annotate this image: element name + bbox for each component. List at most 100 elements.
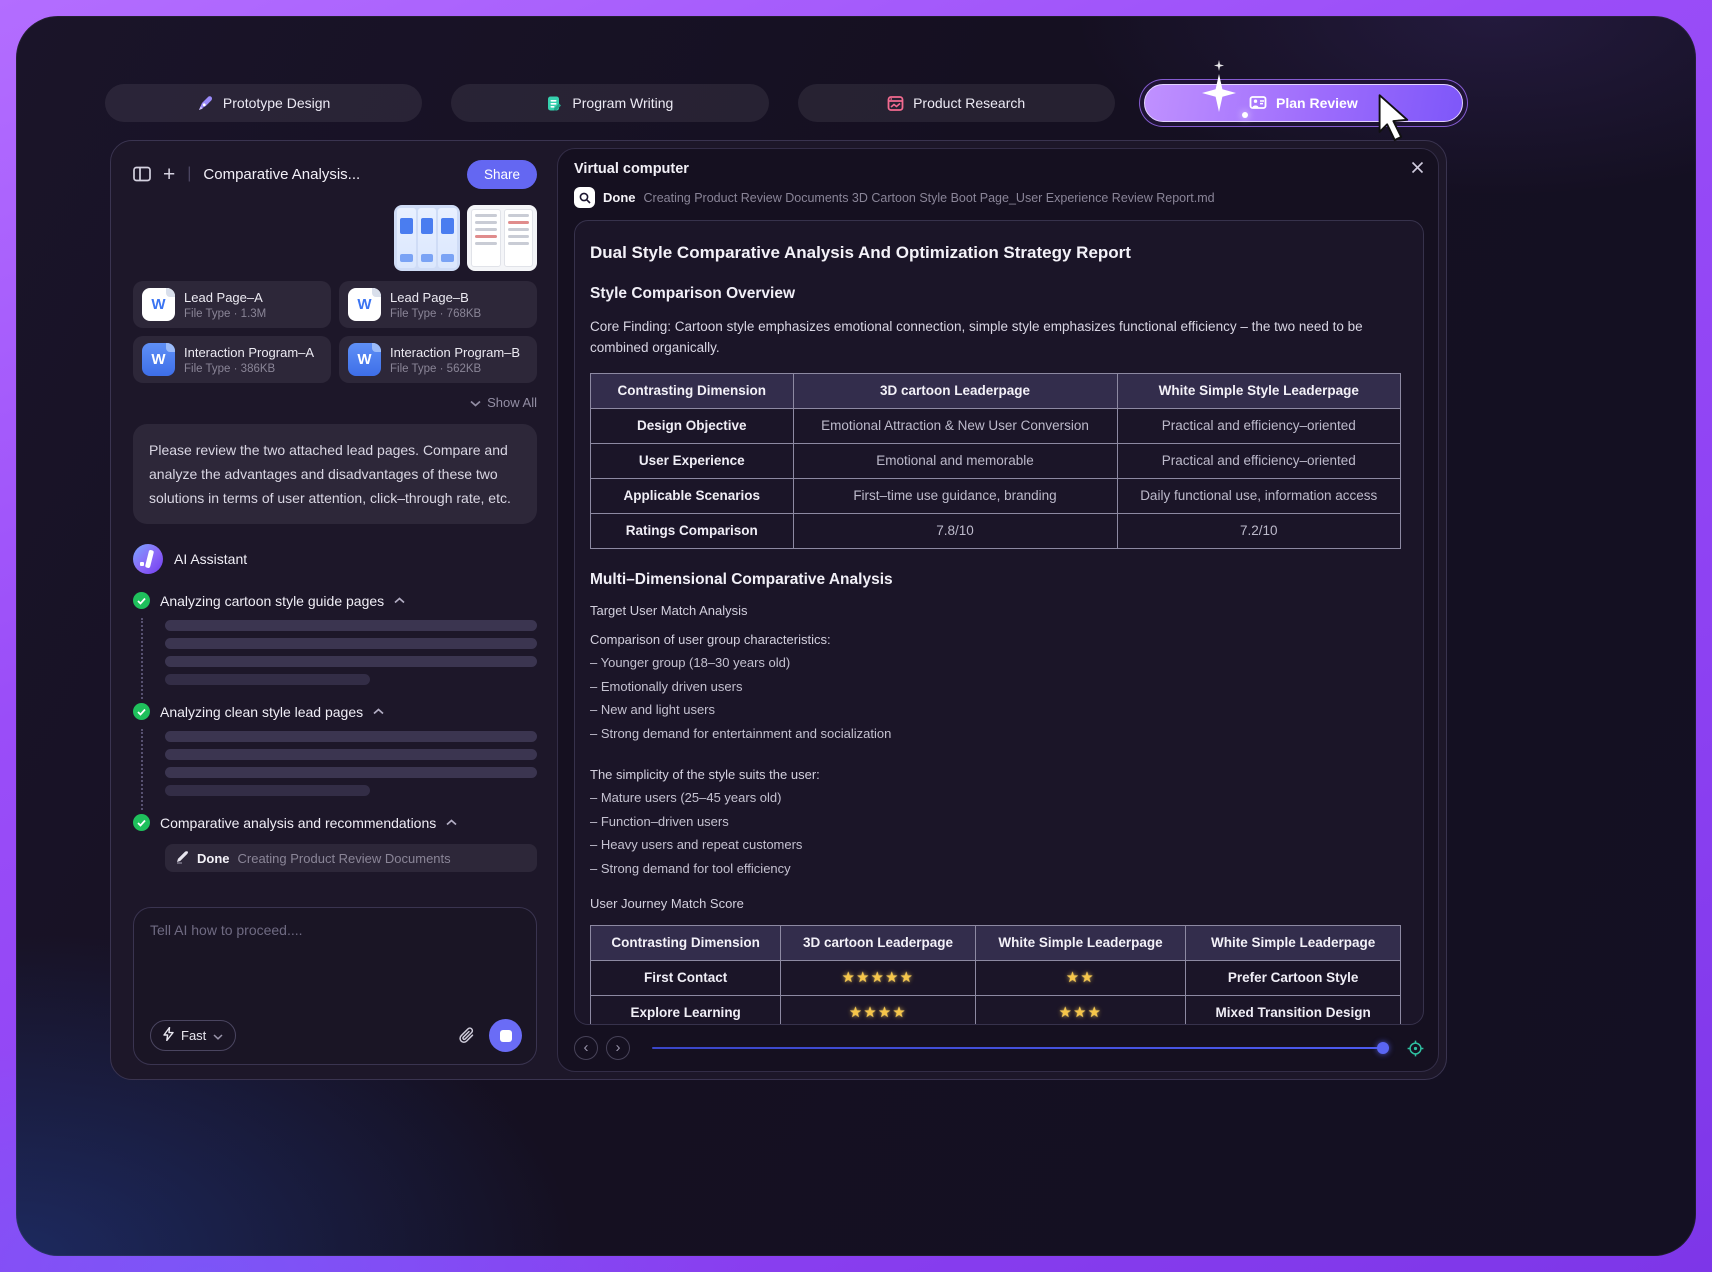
status-text: Creating Product Review Documents 3D Car… — [644, 191, 1215, 205]
file-card[interactable]: W Interaction Program–A File Type · 386K… — [133, 336, 331, 383]
section-heading: Multi–Dimensional Comparative Analysis — [590, 571, 1401, 589]
task-item[interactable]: Analyzing cartoon style guide pages — [133, 592, 537, 609]
file-card[interactable]: W Lead Page–B File Type · 768KB — [339, 281, 537, 328]
chat-input[interactable] — [150, 922, 522, 1019]
slider-handle[interactable] — [1377, 1042, 1389, 1054]
ai-assistant-avatar — [133, 544, 163, 574]
table-row: Applicable Scenarios First–time use guid… — [591, 478, 1401, 513]
section-heading: Style Comparison Overview — [590, 285, 1401, 303]
mode-selector[interactable]: Fast — [150, 1020, 236, 1051]
word-document-icon: W — [348, 343, 381, 376]
tab-product-research[interactable]: Product Research — [798, 84, 1115, 122]
close-icon[interactable] — [1411, 161, 1424, 177]
task-output-skeleton — [165, 620, 537, 685]
status-row: Done Creating Product Review Documents 3… — [574, 187, 1424, 208]
check-icon — [133, 703, 150, 720]
task-status-pill[interactable]: Done Creating Product Review Documents — [165, 844, 537, 872]
tab-label: Plan Review — [1276, 95, 1358, 111]
subsection-heading: User Journey Match Score — [590, 896, 1401, 911]
tab-label: Program Writing — [572, 95, 673, 111]
chat-title: Comparative Analysis... — [203, 166, 455, 183]
chevron-up-icon — [373, 708, 384, 715]
timeline-slider[interactable] — [652, 1042, 1389, 1054]
sparkle-icon — [1214, 60, 1224, 71]
writing-doc-icon — [546, 95, 563, 112]
tab-label: Prototype Design — [223, 95, 330, 111]
table-row: Ratings Comparison 7.8/10 7.2/10 — [591, 513, 1401, 548]
document-viewer: Dual Style Comparative Analysis And Opti… — [574, 220, 1424, 1025]
chevron-up-icon — [446, 819, 457, 826]
sparkle-dot — [1242, 112, 1248, 118]
core-finding: Core Finding: Cartoon style emphasizes e… — [590, 317, 1401, 359]
list-title: Comparison of user group characteristics… — [590, 632, 1401, 647]
tab-label: Product Research — [913, 95, 1025, 111]
attach-file-icon[interactable] — [459, 1027, 476, 1045]
table-row: User Experience Emotional and memorable … — [591, 443, 1401, 478]
chat-panel: + | Comparative Analysis... Share — [111, 141, 557, 1079]
presentation-icon — [1249, 95, 1267, 112]
assistant-header: AI Assistant — [133, 544, 537, 574]
composer-toolbar: Fast — [150, 1019, 522, 1052]
mouse-cursor — [1374, 94, 1414, 147]
lightning-icon — [163, 1027, 174, 1044]
task-block: Analyzing cartoon style guide pages — [133, 592, 537, 685]
share-button[interactable]: Share — [467, 160, 537, 189]
star-rating: ★★★★★ — [781, 960, 975, 995]
cartoon-pages-thumbnail[interactable] — [394, 205, 460, 271]
task-output-skeleton — [165, 731, 537, 796]
table-row: Explore Learning ★★★★ ★★★ Mixed Transiti… — [591, 995, 1401, 1025]
live-follow-icon[interactable] — [1407, 1040, 1424, 1057]
file-card[interactable]: W Interaction Program–B File Type · 562K… — [339, 336, 537, 383]
table-row: First Contact ★★★★★ ★★ Prefer Cartoon St… — [591, 960, 1401, 995]
word-document-icon: W — [142, 343, 175, 376]
pen-icon — [197, 95, 214, 112]
sidebar-toggle-icon[interactable] — [133, 166, 151, 182]
pencil-icon — [175, 850, 189, 867]
chat-header: + | Comparative Analysis... Share — [133, 159, 537, 189]
new-chat-icon[interactable]: + — [163, 164, 175, 185]
word-document-icon: W — [348, 288, 381, 321]
chevron-up-icon — [394, 597, 405, 604]
file-attachments: W Lead Page–A File Type · 1.3M W Lead Pa… — [133, 281, 537, 383]
table-row: Design Objective Emotional Attraction & … — [591, 408, 1401, 443]
tab-plan-review[interactable]: Plan Review — [1144, 84, 1463, 122]
file-card[interactable]: W Lead Page–A File Type · 1.3M — [133, 281, 331, 328]
tab-program-writing[interactable]: Program Writing — [451, 84, 768, 122]
prev-page-button[interactable]: ‹ — [574, 1036, 598, 1060]
check-icon — [133, 592, 150, 609]
check-icon — [133, 814, 150, 831]
screen: Prototype Design Program Writing Product… — [0, 0, 1712, 1272]
viewer-controls: ‹ › — [574, 1035, 1424, 1061]
star-rating: ★★★★ — [781, 995, 975, 1025]
show-all-toggle[interactable]: Show All — [133, 395, 537, 410]
app-window: Prototype Design Program Writing Product… — [16, 16, 1696, 1256]
chevron-down-icon — [213, 1028, 223, 1043]
top-nav: Prototype Design Program Writing Product… — [105, 84, 1463, 122]
task-item[interactable]: Analyzing clean style lead pages — [133, 703, 537, 720]
word-document-icon: W — [142, 288, 175, 321]
main-window: + | Comparative Analysis... Share — [110, 140, 1447, 1080]
virtual-computer-header: Virtual computer — [574, 161, 1424, 177]
simple-pages-thumbnail[interactable] — [467, 205, 537, 271]
user-journey-table: Contrasting Dimension 3D cartoon Leaderp… — [590, 925, 1401, 1025]
chevron-down-icon — [470, 395, 481, 410]
virtual-computer-panel: Virtual computer Done Creating Product R… — [557, 148, 1439, 1072]
list-title: The simplicity of the style suits the us… — [590, 767, 1401, 782]
attachment-thumbnails — [133, 205, 537, 271]
task-block: Comparative analysis and recommendations… — [133, 814, 537, 872]
subsection-heading: Target User Match Analysis — [590, 603, 1401, 618]
star-rating: ★★★ — [975, 995, 1186, 1025]
task-block: Analyzing clean style lead pages — [133, 703, 537, 796]
style-comparison-table: Contrasting Dimension 3D cartoon Leaderp… — [590, 373, 1401, 549]
tab-prototype-design[interactable]: Prototype Design — [105, 84, 422, 122]
search-icon — [574, 187, 595, 208]
task-item[interactable]: Comparative analysis and recommendations — [133, 814, 537, 831]
table-header-row: Contrasting Dimension 3D cartoon Leaderp… — [591, 373, 1401, 408]
stop-button[interactable] — [489, 1019, 522, 1052]
next-page-button[interactable]: › — [606, 1036, 630, 1060]
document-title: Dual Style Comparative Analysis And Opti… — [590, 243, 1401, 263]
status-state: Done — [603, 190, 636, 205]
star-rating: ★★ — [975, 960, 1186, 995]
research-chart-icon — [887, 95, 904, 112]
composer: Fast — [133, 907, 537, 1065]
